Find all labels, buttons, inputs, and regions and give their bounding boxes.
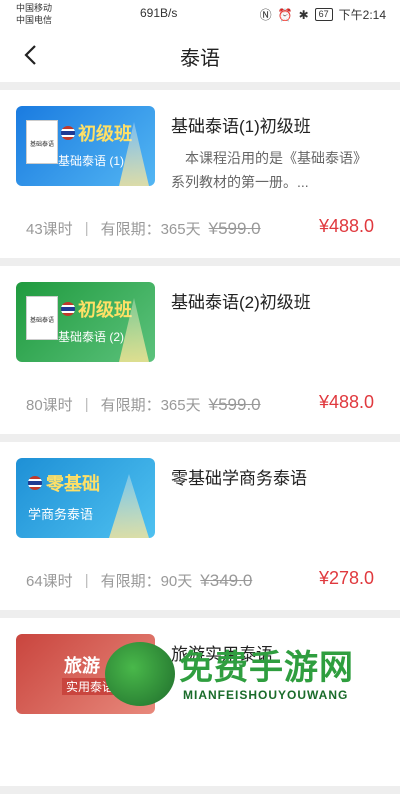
- thumbnail-heading: 零基础: [46, 474, 100, 494]
- carrier-1: 中国移动: [16, 3, 53, 13]
- course-thumbnail: 基础泰语 初级班 基础泰语 (2): [16, 282, 155, 362]
- divider: |: [84, 572, 89, 589]
- thumbnail-heading: 旅游: [64, 656, 100, 676]
- course-thumbnail: 基础泰语 初级班 基础泰语 (1): [16, 106, 155, 186]
- divider: |: [84, 396, 89, 413]
- status-bar: 中国移动 中国电信 691B/s Ⓝ ⏰ ✱ 67 下午2:14: [0, 0, 400, 28]
- original-price: ¥599.0: [208, 218, 261, 238]
- thai-flag-icon: [28, 476, 42, 490]
- course-thumbnail: 零基础 学商务泰语: [16, 458, 155, 538]
- watermark: 免费手游网 MIANFEISHOUYOUWANG: [105, 640, 395, 710]
- battery-icon: 67: [314, 8, 333, 21]
- validity: 有限期：90天: [100, 573, 193, 590]
- carrier-info: 中国移动 中国电信: [16, 2, 52, 26]
- clock: 下午2:14: [338, 8, 386, 22]
- bluetooth-icon: ✱: [298, 7, 309, 22]
- watermark-subtext: MIANFEISHOUYOUWANG: [183, 688, 349, 702]
- carrier-2: 中国电信: [16, 15, 53, 25]
- thumbnail-heading: 初级班: [78, 300, 132, 320]
- pagoda-icon: [109, 474, 149, 538]
- current-price: ¥488.0: [318, 216, 374, 236]
- course-meta: 43课时 | 有限期：365天 ¥599.0: [26, 218, 261, 239]
- validity: 有限期：365天: [100, 221, 201, 238]
- course-description: 本课程沿用的是《基础泰语》系列教材的第一册。...: [171, 150, 367, 190]
- thai-flag-icon: [61, 126, 75, 140]
- original-price: ¥599.0: [208, 394, 261, 414]
- page-title: 泰语: [180, 48, 220, 70]
- thumbnail-heading: 初级班: [78, 124, 132, 144]
- nfc-icon: Ⓝ: [259, 8, 272, 22]
- lesson-count: 43课时: [26, 221, 73, 238]
- divider: |: [84, 220, 89, 237]
- nav-bar: 泰语: [0, 28, 400, 82]
- course-meta: 64课时 | 有限期：90天 ¥349.0: [26, 570, 252, 591]
- lesson-count: 64课时: [26, 573, 73, 590]
- course-title: 基础泰语(2)初级班: [171, 293, 311, 312]
- book-cover: 基础泰语: [26, 120, 58, 164]
- course-title: 基础泰语(1)初级班: [171, 117, 311, 136]
- status-icons: Ⓝ ⏰ ✱ 67 下午2:14: [260, 6, 386, 23]
- thai-flag-icon: [61, 302, 75, 316]
- alarm-icon: ⏰: [277, 7, 293, 22]
- course-card[interactable]: 零基础 学商务泰语 零基础学商务泰语 64课时 | 有限期：90天 ¥349.0…: [0, 442, 400, 610]
- current-price: ¥488.0: [318, 392, 374, 412]
- network-speed: 691B/s: [140, 6, 178, 20]
- thumbnail-subtitle: 基础泰语 (2): [58, 330, 125, 344]
- course-card[interactable]: 基础泰语 初级班 基础泰语 (1) 基础泰语(1)初级班 本课程沿用的是《基础泰…: [0, 90, 400, 258]
- validity: 有限期：365天: [100, 397, 201, 414]
- course-card[interactable]: 基础泰语 初级班 基础泰语 (2) 基础泰语(2)初级班 80课时 | 有限期：…: [0, 266, 400, 434]
- thumbnail-subtitle: 学商务泰语: [28, 507, 94, 522]
- course-title: 零基础学商务泰语: [171, 469, 307, 488]
- original-price: ¥349.0: [200, 570, 253, 590]
- current-price: ¥278.0: [318, 568, 374, 588]
- lesson-count: 80课时: [26, 397, 73, 414]
- watermark-logo-icon: [105, 642, 175, 706]
- book-cover: 基础泰语: [26, 296, 58, 340]
- thumbnail-subtitle: 基础泰语 (1): [58, 154, 125, 168]
- watermark-text: 免费手游网: [179, 649, 354, 687]
- course-meta: 80课时 | 有限期：365天 ¥599.0: [26, 394, 261, 415]
